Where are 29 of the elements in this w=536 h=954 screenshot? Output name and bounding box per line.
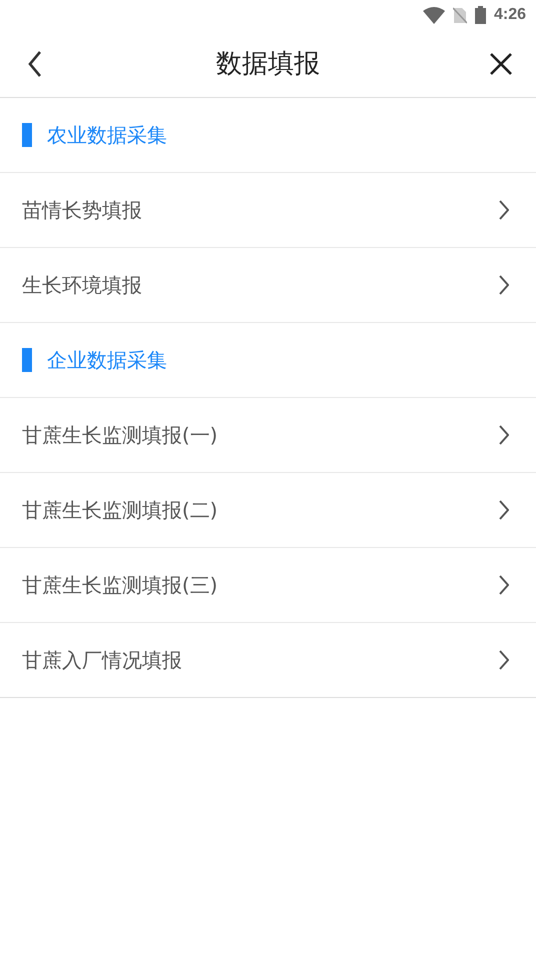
menu-item[interactable]: 甘蔗生长监测填报(三) [0, 548, 536, 623]
item-label: 甘蔗生长监测填报(三) [22, 572, 218, 598]
chevron-icon [499, 500, 509, 520]
item-label: 甘蔗生长监测填报(二) [22, 496, 218, 524]
menu-item[interactable]: 苗情长势填报 [0, 173, 536, 248]
section-title: 企业数据采集 [47, 346, 167, 374]
chevron-icon [499, 575, 509, 595]
page-title: 数据填报 [216, 48, 320, 81]
section-marker [22, 348, 32, 372]
menu-item[interactable]: 甘蔗生长监测填报(一) [0, 398, 536, 473]
section-marker [22, 123, 32, 147]
chevron-icon [499, 200, 509, 220]
close-icon [490, 52, 512, 74]
chevron-icon [499, 275, 509, 295]
clock-time: 4:26 [494, 6, 526, 24]
item-label: 生长环境填报 [22, 272, 142, 298]
item-label: 苗情长势填报 [22, 196, 142, 224]
menu-item[interactable]: 甘蔗生长监测填报(二) [0, 473, 536, 548]
menu-item[interactable]: 甘蔗入厂情况填报 [0, 623, 536, 697]
back-icon [28, 50, 42, 76]
item-label: 甘蔗生长监测填报(一) [22, 422, 218, 448]
section-title: 农业数据采集 [47, 122, 167, 148]
no-sim-icon [452, 6, 467, 24]
menu-item[interactable]: 生长环境填报 [0, 248, 536, 323]
battery-icon [474, 6, 486, 24]
chevron-icon [499, 650, 509, 670]
chevron-icon [499, 425, 509, 445]
item-label: 甘蔗入厂情况填报 [22, 646, 182, 674]
wifi-icon [422, 6, 445, 24]
